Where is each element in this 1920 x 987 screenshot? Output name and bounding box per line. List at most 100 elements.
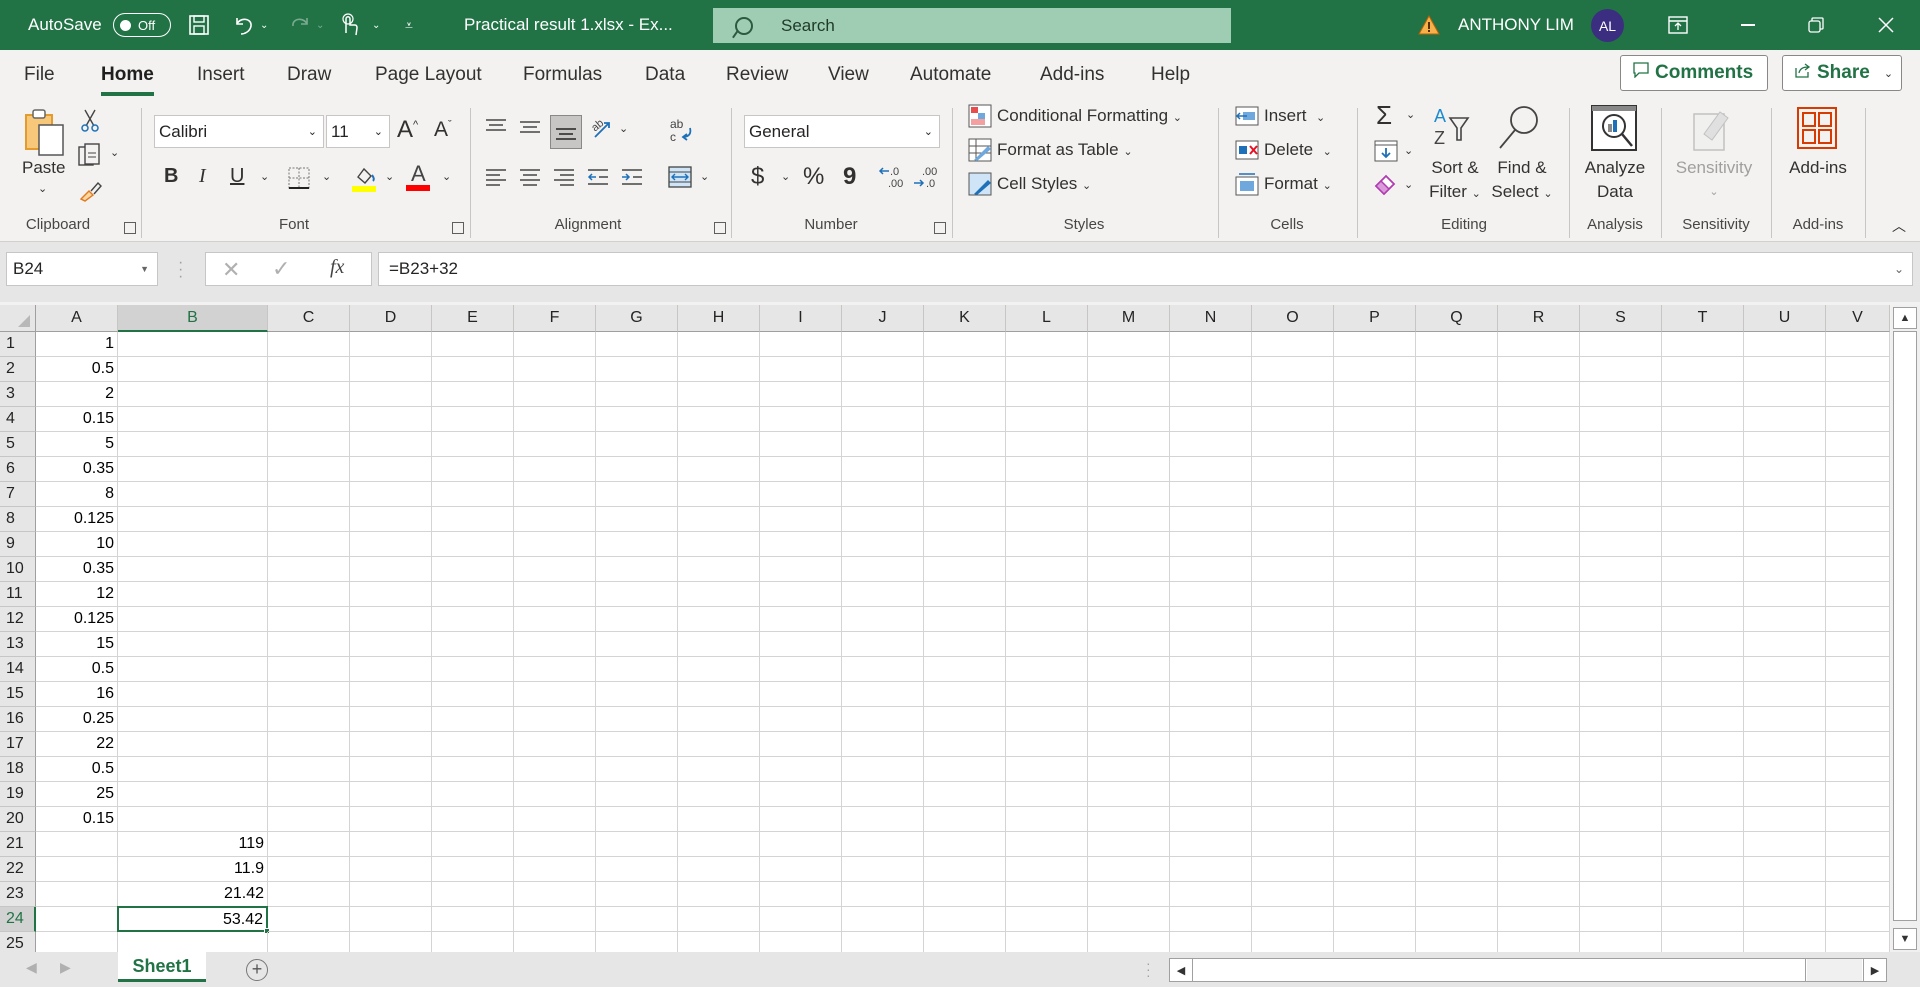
select-all-button[interactable] xyxy=(0,305,36,332)
paste-icon[interactable] xyxy=(22,106,68,160)
cell-k18[interactable] xyxy=(924,757,1006,782)
cell-h22[interactable] xyxy=(678,857,760,882)
cell-f13[interactable] xyxy=(514,632,596,657)
cell-n7[interactable] xyxy=(1170,482,1252,507)
cell-u1[interactable] xyxy=(1744,332,1826,357)
cell-s24[interactable] xyxy=(1580,907,1662,932)
cell-v3[interactable] xyxy=(1826,382,1890,407)
copy-icon[interactable] xyxy=(76,142,104,170)
cell-j5[interactable] xyxy=(842,432,924,457)
cell-c24[interactable] xyxy=(268,907,350,932)
cell-q21[interactable] xyxy=(1416,832,1498,857)
cell-s3[interactable] xyxy=(1580,382,1662,407)
cell-l6[interactable] xyxy=(1006,457,1088,482)
cell-l13[interactable] xyxy=(1006,632,1088,657)
cell-t23[interactable] xyxy=(1662,882,1744,907)
cell-n24[interactable] xyxy=(1170,907,1252,932)
alignment-launcher-icon[interactable] xyxy=(714,222,726,234)
cell-d16[interactable] xyxy=(350,707,432,732)
cell-n14[interactable] xyxy=(1170,657,1252,682)
cell-q11[interactable] xyxy=(1416,582,1498,607)
cell-b25[interactable] xyxy=(118,932,268,952)
cell-l20[interactable] xyxy=(1006,807,1088,832)
cell-g21[interactable] xyxy=(596,832,678,857)
cell-o5[interactable] xyxy=(1252,432,1334,457)
borders-icon[interactable] xyxy=(287,166,311,190)
cell-a9[interactable]: 10 xyxy=(36,532,118,557)
cell-f4[interactable] xyxy=(514,407,596,432)
cell-l8[interactable] xyxy=(1006,507,1088,532)
cell-c14[interactable] xyxy=(268,657,350,682)
cell-q10[interactable] xyxy=(1416,557,1498,582)
cell-p5[interactable] xyxy=(1334,432,1416,457)
cell-n19[interactable] xyxy=(1170,782,1252,807)
cell-p14[interactable] xyxy=(1334,657,1416,682)
column-header-m[interactable]: M xyxy=(1088,305,1170,332)
cell-q13[interactable] xyxy=(1416,632,1498,657)
cell-p15[interactable] xyxy=(1334,682,1416,707)
cell-j22[interactable] xyxy=(842,857,924,882)
new-sheet-icon[interactable]: + xyxy=(246,959,268,981)
cell-n25[interactable] xyxy=(1170,932,1252,952)
cell-u8[interactable] xyxy=(1744,507,1826,532)
cell-q7[interactable] xyxy=(1416,482,1498,507)
cell-m17[interactable] xyxy=(1088,732,1170,757)
cell-v19[interactable] xyxy=(1826,782,1890,807)
cell-p18[interactable] xyxy=(1334,757,1416,782)
autosave-toggle[interactable]: Off xyxy=(113,13,171,37)
cell-j19[interactable] xyxy=(842,782,924,807)
cell-i16[interactable] xyxy=(760,707,842,732)
cell-m23[interactable] xyxy=(1088,882,1170,907)
italic-button[interactable]: I xyxy=(199,165,206,188)
cell-t25[interactable] xyxy=(1662,932,1744,952)
cell-s1[interactable] xyxy=(1580,332,1662,357)
cell-q23[interactable] xyxy=(1416,882,1498,907)
cell-e23[interactable] xyxy=(432,882,514,907)
cell-n9[interactable] xyxy=(1170,532,1252,557)
share-dropdown-icon[interactable]: ⌄ xyxy=(1884,67,1893,80)
row-header-20[interactable]: 20 xyxy=(0,807,36,832)
column-header-e[interactable]: E xyxy=(432,305,514,332)
cell-s22[interactable] xyxy=(1580,857,1662,882)
cell-k25[interactable] xyxy=(924,932,1006,952)
cell-p10[interactable] xyxy=(1334,557,1416,582)
cell-f3[interactable] xyxy=(514,382,596,407)
cell-m8[interactable] xyxy=(1088,507,1170,532)
cell-i24[interactable] xyxy=(760,907,842,932)
cell-c6[interactable] xyxy=(268,457,350,482)
cell-e3[interactable] xyxy=(432,382,514,407)
cell-g23[interactable] xyxy=(596,882,678,907)
sort-filter-button[interactable]: Sort & Filter ⌄ xyxy=(1425,156,1485,206)
fill-icon[interactable] xyxy=(1374,140,1398,162)
cell-p8[interactable] xyxy=(1334,507,1416,532)
scroll-right-icon[interactable]: ▶ xyxy=(1863,958,1887,982)
font-launcher-icon[interactable] xyxy=(452,222,464,234)
cell-a8[interactable]: 0.125 xyxy=(36,507,118,532)
cell-v15[interactable] xyxy=(1826,682,1890,707)
cell-i17[interactable] xyxy=(760,732,842,757)
cell-r11[interactable] xyxy=(1498,582,1580,607)
cell-j9[interactable] xyxy=(842,532,924,557)
cell-t6[interactable] xyxy=(1662,457,1744,482)
cell-a12[interactable]: 0.125 xyxy=(36,607,118,632)
cell-u22[interactable] xyxy=(1744,857,1826,882)
cell-b24[interactable]: 53.42 xyxy=(117,906,268,932)
cell-u19[interactable] xyxy=(1744,782,1826,807)
cell-r2[interactable] xyxy=(1498,357,1580,382)
analyze-data-button[interactable]: Analyze Data xyxy=(1580,156,1650,204)
row-header-23[interactable]: 23 xyxy=(0,882,36,907)
orientation-dropdown-icon[interactable]: ⌄ xyxy=(619,122,628,135)
tab-help[interactable]: Help xyxy=(1151,64,1190,86)
cell-m22[interactable] xyxy=(1088,857,1170,882)
cell-p4[interactable] xyxy=(1334,407,1416,432)
cell-n20[interactable] xyxy=(1170,807,1252,832)
cell-k19[interactable] xyxy=(924,782,1006,807)
cell-r1[interactable] xyxy=(1498,332,1580,357)
cell-g15[interactable] xyxy=(596,682,678,707)
bottom-align-icon[interactable] xyxy=(550,115,582,149)
cell-e1[interactable] xyxy=(432,332,514,357)
cell-e7[interactable] xyxy=(432,482,514,507)
cell-a11[interactable]: 12 xyxy=(36,582,118,607)
cell-o8[interactable] xyxy=(1252,507,1334,532)
tab-draw[interactable]: Draw xyxy=(287,64,331,86)
